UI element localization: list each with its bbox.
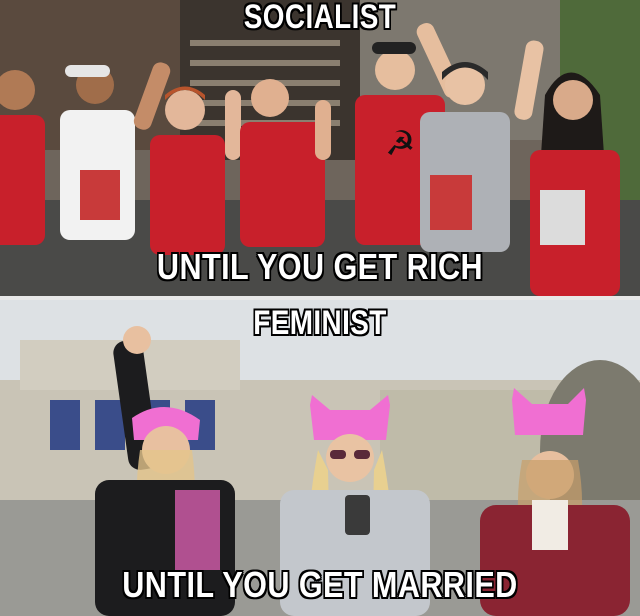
svg-text:☭: ☭ <box>385 124 415 164</box>
bottom-photo-panel: FEMINIST UNTIL YOU GET MARRIED <box>0 300 640 616</box>
bottom-caption-title: FEMINIST <box>253 304 387 342</box>
top-caption-title: SOCIALIST <box>243 0 397 36</box>
bottom-caption-subtitle: UNTIL YOU GET MARRIED <box>122 564 518 605</box>
person-4 <box>240 79 331 247</box>
top-photo-panel: ☭ SOCIALIST UNTIL YOU GET RICH <box>0 0 640 296</box>
top-caption-subtitle: UNTIL YOU GET RICH <box>156 246 484 287</box>
